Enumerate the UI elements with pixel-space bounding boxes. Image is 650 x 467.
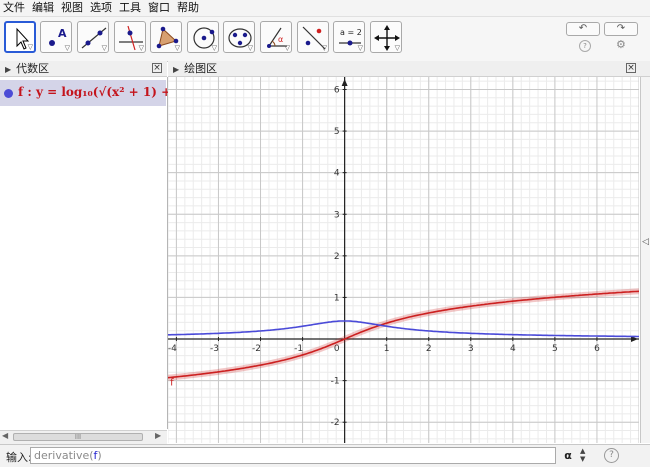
- graphics-panel-title: 绘图区: [184, 62, 218, 75]
- scroll-thumb[interactable]: III: [13, 433, 143, 441]
- help-icon[interactable]: ?: [579, 40, 591, 52]
- y-tick-label: -1: [331, 377, 340, 387]
- history-spinner-icon[interactable]: ▲ ▼: [580, 447, 585, 463]
- angle-tool-button[interactable]: α ▽: [260, 21, 292, 53]
- graphics-view[interactable]: -4 -3 -2 -1 1 2 3 4 5 6 6 5 4 3 2 1 -1 -2 0 f: [168, 77, 639, 443]
- tool-menu-chevron-icon: ▽: [64, 44, 70, 52]
- algebra-item-f[interactable]: f : y = log₁₀(√(x² + 1) + x): [0, 80, 188, 106]
- function-plot[interactable]: -4 -3 -2 -1 1 2 3 4 5 6654321-1-20f: [168, 77, 639, 443]
- input-function-text: derivative(: [34, 449, 94, 462]
- input-close-paren: ): [97, 449, 102, 462]
- y-tick-label: 2: [334, 252, 340, 262]
- symbol-alpha-button[interactable]: α: [560, 448, 576, 463]
- x-tick-label: 6: [594, 344, 600, 354]
- algebra-horizontal-scrollbar[interactable]: ◀ III ▶: [0, 430, 167, 444]
- x-tick-label: 2: [426, 344, 432, 354]
- toolbar: ▽ A ▽ ▽ ▽ ▽ ▽ ▽ α ▽ ▽ a = 2 ▽ ▽ ↶ ↷ ? ⚙: [0, 17, 650, 62]
- algebra-view: f : y = log₁₀(√(x² + 1) + x): [0, 77, 188, 429]
- x-tick-label: 4: [510, 344, 516, 354]
- graphics-close-button[interactable]: ×: [626, 63, 636, 73]
- slider-label: a = 2: [340, 28, 362, 37]
- reflect-tool-button[interactable]: ▽: [297, 21, 329, 53]
- perpendicular-tool-button[interactable]: ▽: [114, 21, 146, 53]
- input-help-icon[interactable]: ?: [604, 448, 619, 463]
- tool-menu-chevron-icon: ▽: [284, 44, 290, 52]
- move-tool-button[interactable]: ▽: [4, 21, 36, 53]
- tool-menu-chevron-icon: ▽: [27, 43, 33, 51]
- perspective-sidebar[interactable]: ◁: [640, 77, 650, 443]
- y-tick-label: 1: [334, 293, 340, 303]
- input-label: 输入:: [6, 451, 32, 464]
- graphics-panel-header: ▶ 绘图区 ×: [168, 61, 650, 77]
- algebra-panel-title: 代数区: [16, 62, 50, 75]
- visibility-toggle-dot[interactable]: [4, 89, 13, 98]
- point-tool-button[interactable]: A ▽: [40, 21, 72, 53]
- x-tick-label: 5: [552, 344, 558, 354]
- y-tick-label: 3: [334, 210, 340, 220]
- slider-tool-button[interactable]: a = 2 ▽: [333, 21, 365, 53]
- menu-tools[interactable]: 工具: [116, 0, 145, 16]
- x-tick-label: 3: [468, 344, 474, 354]
- y-tick-label: 6: [334, 85, 340, 95]
- x-tick-label: -2: [252, 344, 261, 354]
- cursor-arrow-icon: [16, 27, 30, 50]
- algebra-panel-header: ▶ 代数区 ×: [0, 61, 167, 77]
- x-tick-label: 1: [384, 344, 390, 354]
- menu-options[interactable]: 选项: [87, 0, 116, 16]
- undo-button[interactable]: ↶: [566, 22, 600, 36]
- redo-button[interactable]: ↷: [604, 22, 638, 36]
- menu-edit[interactable]: 编辑: [29, 0, 58, 16]
- line-tool-button[interactable]: ▽: [77, 21, 109, 53]
- tool-menu-chevron-icon: ▽: [357, 44, 363, 52]
- settings-gear-icon[interactable]: ⚙: [616, 38, 626, 51]
- input-field[interactable]: derivative(f): [30, 447, 556, 464]
- menu-window[interactable]: 窗口: [145, 0, 174, 16]
- scroll-left-icon[interactable]: ◀: [2, 431, 8, 440]
- svg-text:A: A: [58, 27, 67, 40]
- y-tick-label: 4: [334, 169, 340, 179]
- tool-menu-chevron-icon: ▽: [138, 44, 144, 52]
- move-view-tool-button[interactable]: ▽: [370, 21, 402, 53]
- tool-menu-chevron-icon: ▽: [247, 44, 253, 52]
- tool-menu-chevron-icon: ▽: [321, 44, 327, 52]
- menu-file[interactable]: 文件: [0, 0, 29, 16]
- menu-view[interactable]: 视图: [58, 0, 87, 16]
- polygon-tool-button[interactable]: ▽: [150, 21, 182, 53]
- svg-text:α: α: [278, 35, 283, 44]
- circle-tool-button[interactable]: ▽: [187, 21, 219, 53]
- scroll-right-icon[interactable]: ▶: [155, 431, 161, 440]
- x-tick-label: -3: [210, 344, 219, 354]
- tool-menu-chevron-icon: ▽: [101, 44, 107, 52]
- tool-menu-chevron-icon: ▽: [394, 44, 400, 52]
- y-axis-arrow-icon: [341, 79, 348, 86]
- y-tick-label: -2: [331, 418, 340, 428]
- input-bar: 输入: derivative(f) α ▲ ▼ ?: [0, 444, 650, 467]
- y-tick-label: 5: [334, 127, 340, 137]
- open-sidebar-arrow-icon[interactable]: ◁: [642, 237, 649, 247]
- algebra-close-button[interactable]: ×: [152, 63, 162, 73]
- conic-tool-button[interactable]: ▽: [223, 21, 255, 53]
- curve-label-f: f: [170, 378, 174, 389]
- x-tick-label: -4: [168, 344, 177, 354]
- function-definition[interactable]: f : y = log₁₀(√(x² + 1) + x): [18, 85, 188, 99]
- tool-menu-chevron-icon: ▽: [174, 44, 180, 52]
- collapse-triangle-icon[interactable]: ▶: [173, 65, 179, 74]
- tool-menu-chevron-icon: ▽: [211, 44, 217, 52]
- menu-help[interactable]: 帮助: [174, 0, 203, 16]
- menu-bar: 文件 编辑 视图 选项 工具 窗口 帮助: [0, 0, 650, 17]
- collapse-triangle-icon[interactable]: ▶: [5, 65, 11, 74]
